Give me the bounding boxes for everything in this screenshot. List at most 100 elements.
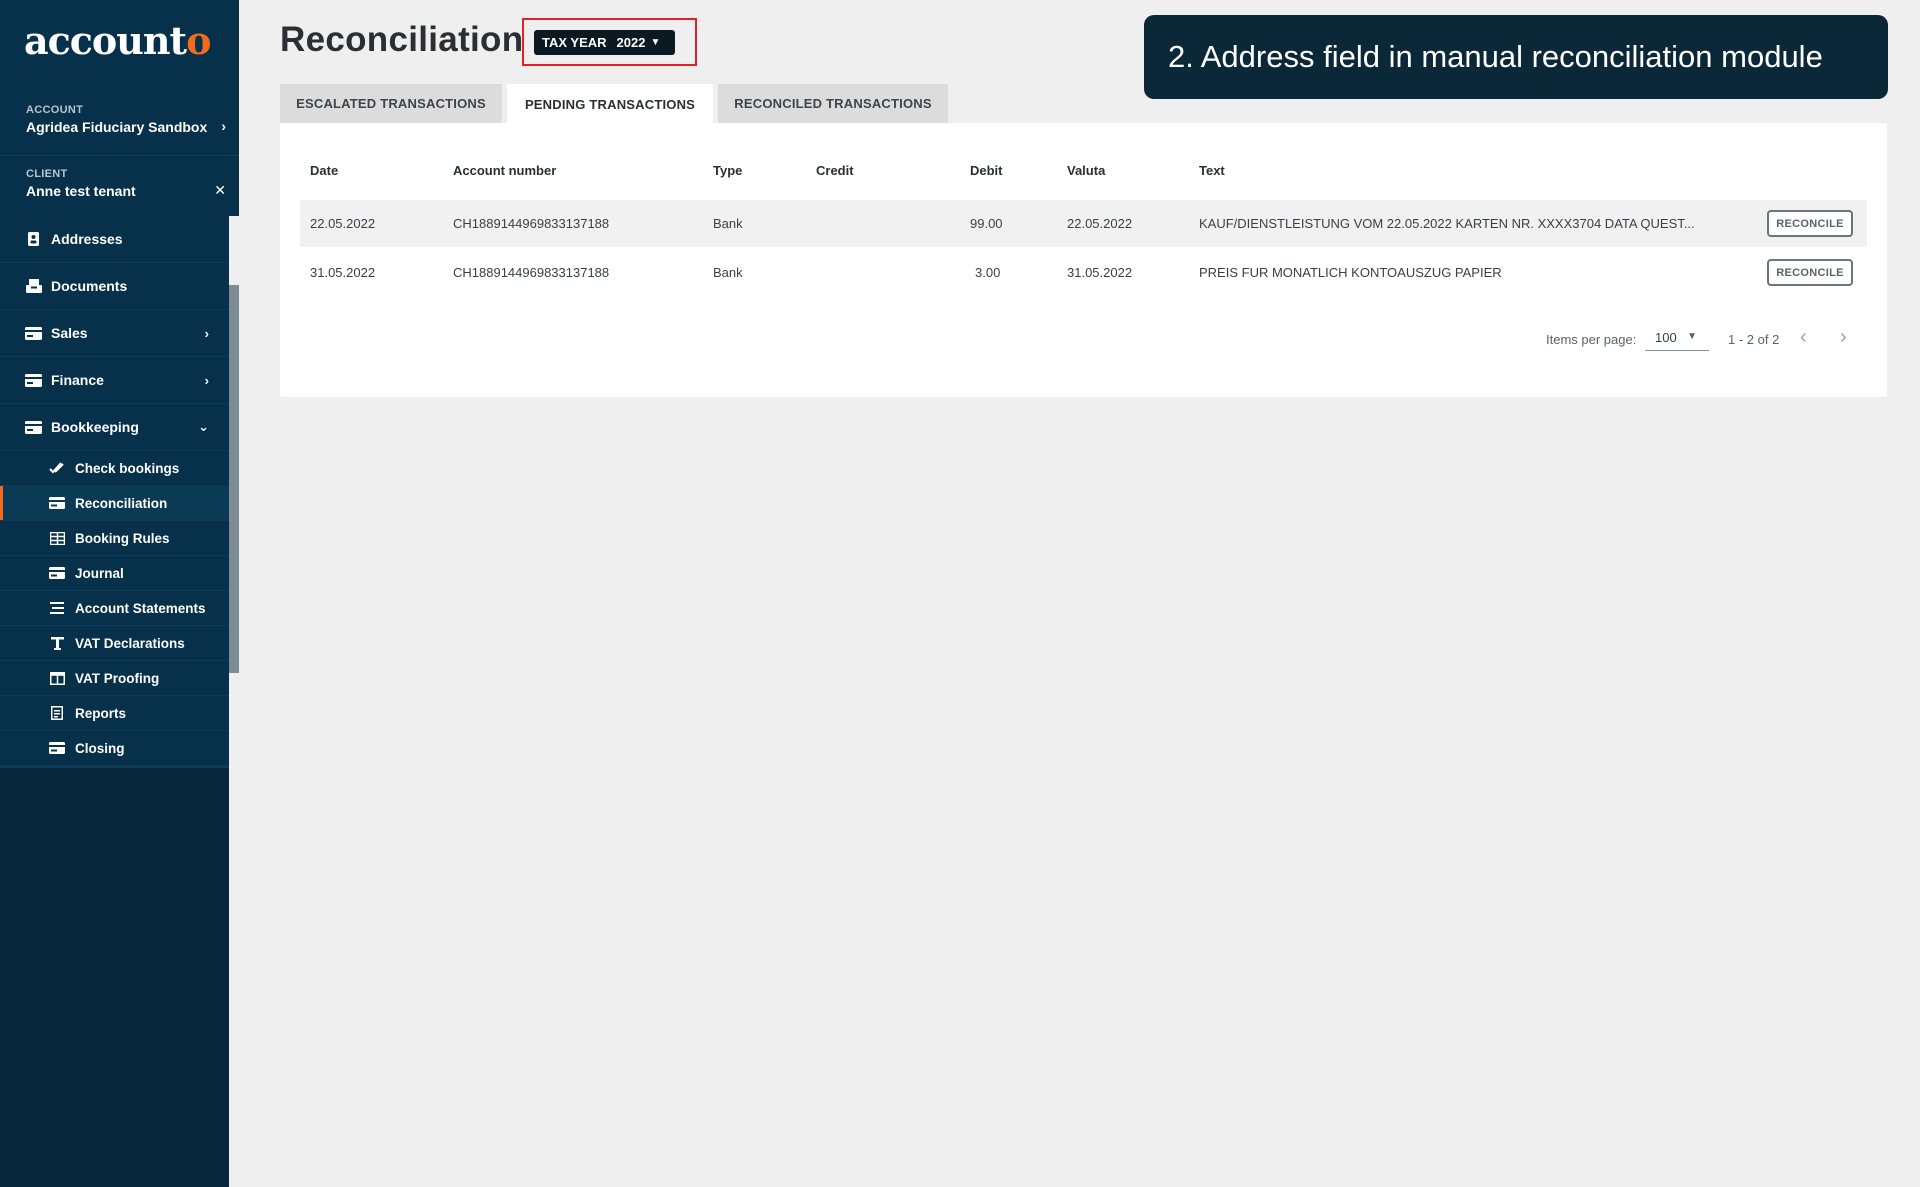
divider: [0, 766, 229, 768]
cell-type: Bank: [713, 265, 743, 280]
previous-page-icon[interactable]: ‹: [1800, 326, 1807, 349]
brand-logo[interactable]: accounto: [24, 18, 211, 63]
close-icon[interactable]: ✕: [214, 182, 226, 199]
inbox-icon: [25, 279, 42, 293]
next-page-icon[interactable]: ›: [1840, 326, 1847, 349]
sidebar-item-vat-declarations[interactable]: VAT Declarations: [0, 626, 229, 661]
client-value: Anne test tenant: [26, 183, 136, 199]
chevron-right-icon: ›: [204, 372, 209, 388]
tax-year-highlight: TAX YEAR 2022 ▼: [522, 18, 697, 66]
page-title: Reconciliation: [280, 20, 524, 59]
table-row[interactable]: 31.05.2022 CH1889144969833137188 Bank 3.…: [300, 249, 1867, 296]
cell-valuta: 31.05.2022: [1067, 265, 1133, 280]
sidebar-item-label: Closing: [75, 740, 125, 756]
sidebar-item-reports[interactable]: Reports: [0, 696, 229, 731]
tab-reconciled-transactions[interactable]: RECONCILED TRANSACTIONS: [718, 84, 948, 123]
columns-icon: [49, 671, 65, 685]
divider: [0, 155, 239, 156]
sidebar-item-label: Finance: [51, 372, 104, 388]
account-label: ACCOUNT: [26, 104, 84, 116]
column-header-account-number: Account number: [453, 163, 557, 178]
sidebar-item-journal[interactable]: Journal: [0, 556, 229, 591]
tab-escalated-transactions[interactable]: ESCALATED TRANSACTIONS: [280, 84, 502, 123]
sidebar-item-finance[interactable]: Finance ›: [0, 357, 229, 404]
cell-account-number: CH1889144969833137188: [453, 265, 610, 280]
card-icon: [49, 496, 65, 510]
column-header-date: Date: [310, 163, 339, 178]
sidebar-nav: Addresses Documents Sales › Finance › Bo…: [0, 216, 229, 768]
cell-debit: 99.00: [970, 216, 1003, 231]
sidebar-item-label: VAT Declarations: [75, 635, 185, 651]
card-icon: [49, 741, 65, 755]
cell-date: 31.05.2022: [310, 265, 376, 280]
tab-pending-transactions[interactable]: PENDING TRANSACTIONS: [507, 84, 713, 124]
column-header-credit: Credit: [816, 163, 854, 178]
address-book-icon: [25, 232, 42, 246]
chevron-right-icon: ›: [204, 325, 209, 341]
cell-text: KAUF/DIENSTLEISTUNG VOM 22.05.2022 KARTE…: [1199, 216, 1695, 231]
items-per-page-label: Items per page:: [1546, 332, 1637, 347]
column-header-valuta: Valuta: [1067, 163, 1106, 178]
reconcile-button[interactable]: RECONCILE: [1767, 210, 1853, 237]
cell-date: 22.05.2022: [310, 216, 376, 231]
items-per-page-value: 100: [1655, 330, 1677, 345]
list-icon: [49, 601, 65, 615]
card-icon: [25, 420, 42, 434]
reconcile-button[interactable]: RECONCILE: [1767, 259, 1853, 286]
tax-year-label: TAX YEAR: [542, 35, 607, 50]
sidebar-item-documents[interactable]: Documents: [0, 263, 229, 310]
sidebar-item-booking-rules[interactable]: Booking Rules: [0, 521, 229, 556]
cell-type: Bank: [713, 216, 743, 231]
sidebar-item-reconciliation[interactable]: Reconciliation: [0, 486, 229, 521]
items-per-page-select[interactable]: 100 ▼: [1645, 323, 1709, 351]
account-value: Agridea Fiduciary Sandbox: [26, 119, 208, 135]
sidebar-item-closing[interactable]: Closing: [0, 731, 229, 766]
double-check-icon: [49, 461, 65, 475]
text-icon: [49, 636, 65, 650]
tax-year-value: 2022: [616, 35, 646, 50]
cell-debit: 3.00: [975, 265, 1001, 280]
tax-year-dropdown[interactable]: TAX YEAR 2022 ▼: [534, 30, 675, 55]
sidebar-item-addresses[interactable]: Addresses: [0, 216, 229, 263]
sidebar-scrollbar[interactable]: [229, 285, 239, 673]
client-selector[interactable]: CLIENT Anne test tenant ✕: [26, 168, 226, 199]
cell-text: PREIS FUR MONATLICH KONTOAUSZUG PAPIER: [1199, 265, 1502, 280]
sidebar-item-vat-proofing[interactable]: VAT Proofing: [0, 661, 229, 696]
column-header-debit: Debit: [970, 163, 1003, 178]
sidebar-item-label: Reports: [75, 705, 127, 721]
sidebar-item-label: VAT Proofing: [75, 670, 160, 686]
report-icon: [49, 706, 65, 720]
table-row[interactable]: 22.05.2022 CH1889144969833137188 Bank 99…: [300, 200, 1867, 247]
sidebar-item-label: Reconciliation: [75, 495, 168, 511]
sidebar-item-sales[interactable]: Sales ›: [0, 310, 229, 357]
cell-valuta: 22.05.2022: [1067, 216, 1133, 231]
sidebar-item-label: Documents: [51, 278, 128, 294]
sidebar-item-label: Journal: [75, 565, 124, 581]
sidebar-item-label: Account Statements: [75, 600, 206, 616]
sidebar-item-label: Check bookings: [75, 460, 180, 476]
column-header-type: Type: [713, 163, 743, 178]
card-icon: [25, 373, 42, 387]
sidebar-item-label: Sales: [51, 325, 88, 341]
sidebar: accounto ACCOUNT Agridea Fiduciary Sandb…: [0, 0, 239, 1187]
annotation-callout: 2. Address field in manual reconciliatio…: [1144, 15, 1888, 99]
sidebar-item-account-statements[interactable]: Account Statements: [0, 591, 229, 626]
sidebar-header: accounto ACCOUNT Agridea Fiduciary Sandb…: [0, 0, 239, 216]
chevron-right-icon: ›: [221, 118, 226, 134]
sidebar-item-label: Addresses: [51, 231, 123, 247]
sidebar-item-label: Booking Rules: [75, 530, 170, 546]
chevron-down-icon: ⌄: [198, 419, 209, 434]
card-icon: [25, 326, 42, 340]
card-icon: [49, 566, 65, 580]
sidebar-item-bookkeeping[interactable]: Bookkeeping ⌄: [0, 404, 229, 451]
pagination-range: 1 - 2 of 2: [1728, 332, 1780, 347]
table-icon: [49, 531, 65, 545]
account-selector[interactable]: ACCOUNT Agridea Fiduciary Sandbox ›: [26, 104, 226, 135]
column-header-text: Text: [1199, 163, 1225, 178]
transactions-card: Date Account number Type Credit Debit Va…: [280, 123, 1887, 397]
caret-down-icon: ▼: [1687, 331, 1697, 342]
client-label: CLIENT: [26, 168, 68, 180]
sidebar-item-check-bookings[interactable]: Check bookings: [0, 451, 229, 486]
tab-bar: ESCALATED TRANSACTIONS PENDING TRANSACTI…: [280, 84, 953, 124]
caret-down-icon: ▼: [650, 37, 661, 48]
